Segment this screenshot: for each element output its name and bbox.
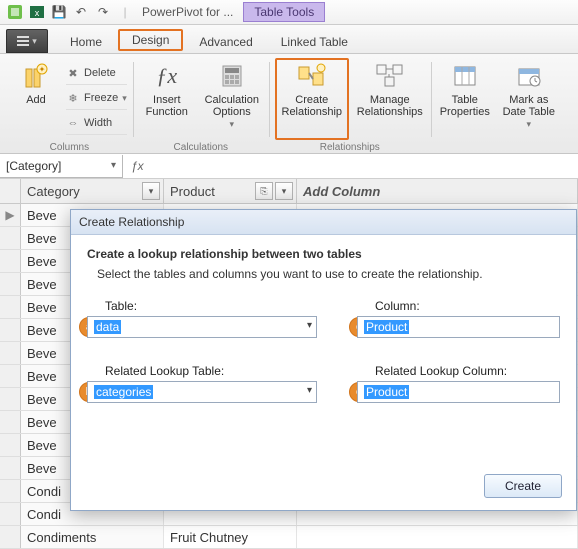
- row-header[interactable]: [0, 388, 21, 410]
- row-header[interactable]: [0, 411, 21, 433]
- chevron-down-icon[interactable]: ▾: [111, 160, 116, 171]
- cell-product[interactable]: Fruit Chutney: [164, 526, 297, 548]
- add-column-button[interactable]: ✦ Add: [12, 58, 60, 140]
- tab-advanced[interactable]: Advanced: [185, 31, 266, 53]
- create-relationship-button[interactable]: Create Relationship: [275, 58, 349, 140]
- freeze-icon: ❄: [66, 92, 80, 105]
- group-label-calculations: Calculations: [174, 140, 228, 153]
- label-related-table: Related Lookup Table:: [87, 364, 317, 378]
- dialog-subtext: Select the tables and columns you want t…: [87, 267, 560, 281]
- column-header-add[interactable]: Add Column: [297, 179, 578, 203]
- row-header[interactable]: [0, 319, 21, 341]
- create-rel-icon: [296, 62, 328, 90]
- table-properties-button[interactable]: Table Properties: [437, 58, 493, 140]
- row-header[interactable]: [0, 365, 21, 387]
- tab-home[interactable]: Home: [56, 31, 116, 53]
- add-icon: ✦: [20, 62, 52, 90]
- freeze-column-button[interactable]: ❄Freeze ▾: [66, 87, 127, 110]
- input-column[interactable]: Product: [357, 316, 560, 338]
- redo-icon[interactable]: ↷: [94, 3, 112, 21]
- row-header[interactable]: ▶: [0, 204, 21, 226]
- title-bar: x 💾 ↶ ↷ | PowerPivot for ... Table Tools: [0, 0, 578, 25]
- group-columns: ✦ Add ✖Delete ❄Freeze ▾ ⇔Width Columns: [6, 58, 133, 153]
- width-button[interactable]: ⇔Width: [66, 112, 127, 135]
- row-header[interactable]: [0, 526, 21, 548]
- create-button[interactable]: Create: [484, 474, 562, 498]
- row-header[interactable]: [0, 296, 21, 318]
- row-header[interactable]: [0, 273, 21, 295]
- column-headers: Category ▾ Product ⎘ ▾ Add Column: [0, 179, 578, 204]
- filter-button-category[interactable]: ▾: [142, 182, 160, 200]
- row-header[interactable]: [0, 503, 21, 525]
- window-title: PowerPivot for ...: [142, 5, 233, 19]
- row-header[interactable]: [0, 250, 21, 272]
- cell-category[interactable]: Condiments: [21, 526, 164, 548]
- fx-icon: ƒx: [151, 62, 183, 90]
- column-header-product[interactable]: Product ⎘ ▾: [164, 179, 297, 203]
- input-table[interactable]: data ▾: [87, 316, 317, 338]
- insert-function-button[interactable]: ƒx Insert Function: [139, 58, 195, 140]
- corner-cell: [0, 179, 21, 203]
- link-icon[interactable]: ⎘: [255, 182, 273, 200]
- formula-bar: [Category] ▾ ƒx: [0, 154, 578, 179]
- group-relationships: Create Relationship Manage Relationships…: [269, 58, 431, 153]
- label-column: Column:: [357, 299, 560, 313]
- group-label-relationships: Relationships: [320, 140, 380, 153]
- fx-label: ƒx: [123, 159, 152, 173]
- calculation-options-button[interactable]: Calculation Options ▾: [201, 58, 263, 140]
- group-calculations: ƒx Insert Function Calculation Options ▾…: [133, 58, 269, 153]
- create-relationship-dialog: Create Relationship Create a lookup rela…: [70, 209, 577, 511]
- width-icon: ⇔: [66, 117, 80, 129]
- manage-relationships-button[interactable]: Manage Relationships: [355, 58, 425, 140]
- tab-linked-table[interactable]: Linked Table: [267, 31, 362, 53]
- cell-add[interactable]: [297, 526, 578, 548]
- svg-text:✦: ✦: [39, 65, 46, 74]
- undo-icon[interactable]: ↶: [72, 3, 90, 21]
- row-header[interactable]: [0, 434, 21, 456]
- row-header[interactable]: [0, 480, 21, 502]
- app-icon: [6, 3, 24, 21]
- group-properties: Table Properties Mark as Date Table ▾: [431, 58, 565, 153]
- ribbon-tabs: ▾ Home Design Advanced Linked Table: [0, 25, 578, 54]
- name-box[interactable]: [Category] ▾: [0, 155, 123, 178]
- filter-button-product[interactable]: ▾: [275, 182, 293, 200]
- chevron-down-icon[interactable]: ▾: [307, 320, 312, 331]
- group-label-columns: Columns: [50, 140, 89, 153]
- row-header[interactable]: [0, 342, 21, 364]
- qat-divider: |: [116, 3, 134, 21]
- dialog-title: Create Relationship: [71, 210, 576, 235]
- delete-icon: ✖: [66, 67, 80, 80]
- context-tab-label: Table Tools: [243, 2, 325, 22]
- manage-rel-icon: [374, 62, 406, 90]
- chevron-down-icon[interactable]: ▾: [307, 385, 312, 396]
- label-related-column: Related Lookup Column:: [357, 364, 560, 378]
- row-header[interactable]: [0, 457, 21, 479]
- svg-text:x: x: [35, 8, 40, 18]
- delete-column-button[interactable]: ✖Delete: [66, 62, 127, 85]
- save-icon[interactable]: 💾: [50, 3, 68, 21]
- label-table: Table:: [87, 299, 317, 313]
- input-related-table[interactable]: categories ▾: [87, 381, 317, 403]
- excel-icon: x: [28, 3, 46, 21]
- tab-design[interactable]: Design: [118, 29, 183, 51]
- calc-icon: [216, 62, 248, 90]
- mark-date-table-button[interactable]: Mark as Date Table ▾: [499, 58, 559, 140]
- table-props-icon: [449, 62, 481, 90]
- file-tab[interactable]: ▾: [6, 29, 48, 53]
- table-row[interactable]: CondimentsFruit Chutney: [0, 526, 578, 549]
- column-header-category[interactable]: Category ▾: [21, 179, 164, 203]
- input-related-column[interactable]: Product: [357, 381, 560, 403]
- row-header[interactable]: [0, 227, 21, 249]
- dialog-heading: Create a lookup relationship between two…: [87, 247, 560, 261]
- ribbon: ✦ Add ✖Delete ❄Freeze ▾ ⇔Width Columns ƒ…: [0, 54, 578, 154]
- date-table-icon: [513, 62, 545, 90]
